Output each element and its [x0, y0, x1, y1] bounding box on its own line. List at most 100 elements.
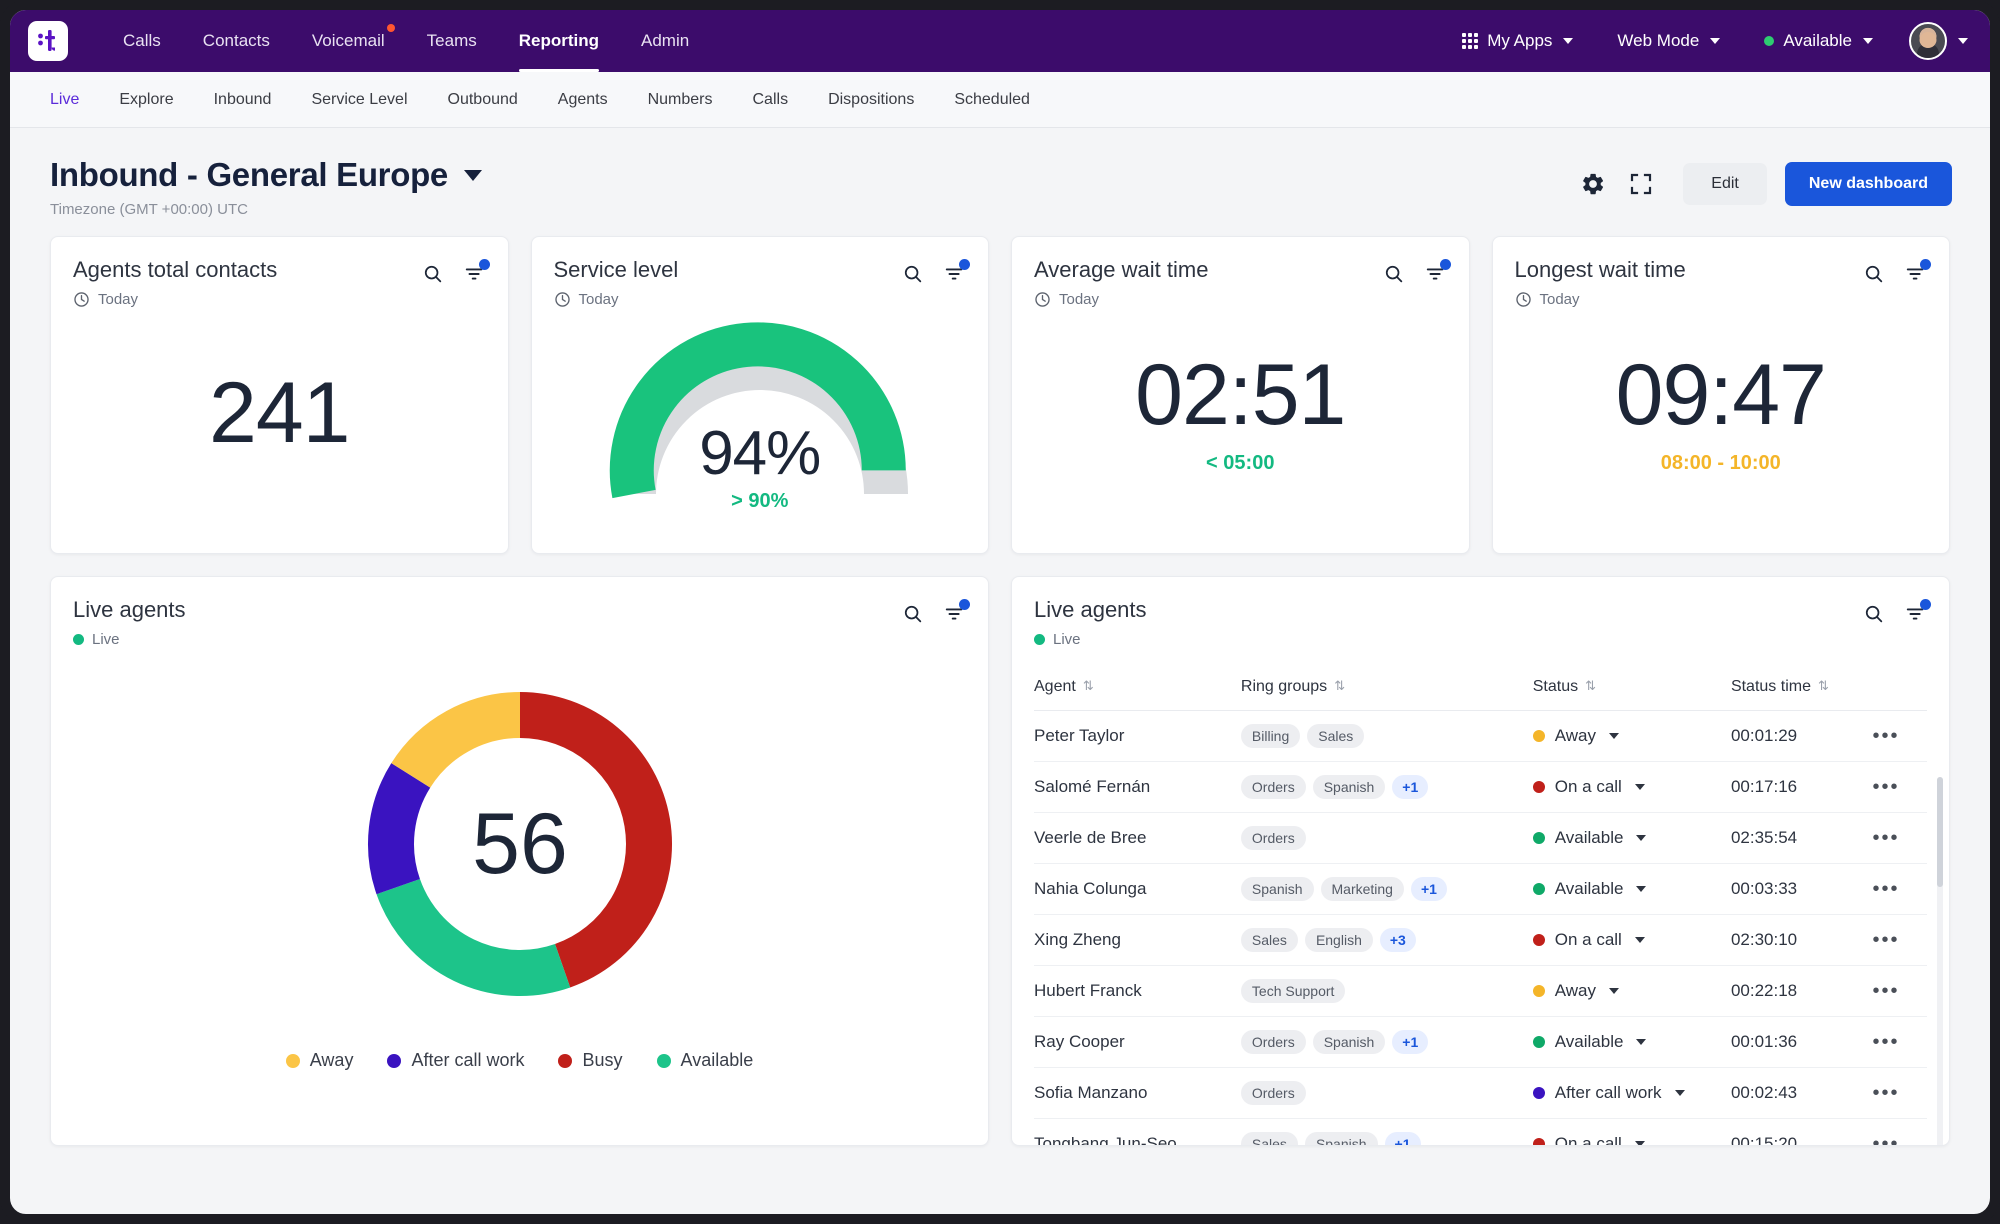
donut-slice-available[interactable] — [376, 878, 570, 996]
my-apps-menu[interactable]: My Apps — [1440, 31, 1595, 51]
ring-group-overflow-pill[interactable]: +1 — [1384, 1132, 1421, 1145]
subnav-item-dispositions[interactable]: Dispositions — [808, 91, 934, 109]
row-overflow-menu-icon[interactable]: ••• — [1873, 776, 1900, 798]
nav-item-reporting[interactable]: Reporting — [498, 10, 620, 72]
filter-icon[interactable] — [1905, 259, 1931, 290]
table-row[interactable]: Hubert Franck Tech Support Away 00:22:18 ••• — [1034, 965, 1927, 1017]
cell-status[interactable]: Away — [1532, 710, 1731, 762]
chevron-down-icon[interactable] — [1636, 1039, 1647, 1045]
search-icon[interactable] — [422, 263, 444, 290]
table-row[interactable]: Ray Cooper Orders Spanish +1 Available 00:01:… — [1034, 1016, 1927, 1068]
search-icon[interactable] — [1863, 603, 1885, 630]
legend-item[interactable]: Away — [285, 1050, 353, 1071]
table-row[interactable]: Nahia Colunga Spanish Marketing +1 Available… — [1034, 863, 1927, 915]
cell-status[interactable]: Available — [1532, 812, 1731, 864]
chevron-down-icon[interactable] — [1609, 733, 1620, 739]
filter-icon[interactable] — [944, 259, 970, 290]
subnav-item-calls[interactable]: Calls — [733, 91, 809, 109]
filter-icon[interactable] — [1905, 599, 1931, 630]
filter-icon[interactable] — [1425, 259, 1451, 290]
card-title: Longest wait time — [1514, 257, 1686, 282]
app-logo[interactable] — [28, 21, 68, 61]
row-overflow-menu-icon[interactable]: ••• — [1873, 827, 1900, 849]
cell-ring-groups: Tech Support — [1240, 965, 1533, 1017]
status-dot — [1532, 1087, 1545, 1099]
legend-item[interactable]: After call work — [387, 1050, 524, 1071]
table-row[interactable]: Sofia Manzano Orders After call work 00:02:… — [1034, 1067, 1927, 1119]
user-account-menu[interactable] — [1895, 22, 1968, 60]
edit-button[interactable]: Edit — [1683, 163, 1767, 205]
subnav-item-numbers[interactable]: Numbers — [628, 91, 733, 109]
cell-status[interactable]: On a call — [1532, 1118, 1731, 1145]
cell-status[interactable]: Available — [1532, 863, 1731, 915]
fullscreen-button[interactable] — [1617, 162, 1665, 206]
chevron-down-icon[interactable] — [1634, 937, 1645, 943]
row-overflow-menu-icon[interactable]: ••• — [1873, 1133, 1900, 1146]
row-overflow-menu-icon[interactable]: ••• — [1873, 929, 1900, 951]
row-overflow-menu-icon[interactable]: ••• — [1873, 1031, 1900, 1053]
donut-slice-after-call-work[interactable] — [367, 763, 431, 895]
subnav-item-outbound[interactable]: Outbound — [428, 91, 538, 109]
row-overflow-menu-icon[interactable]: ••• — [1873, 980, 1900, 1002]
table-row[interactable]: Salomé Fernán Orders Spanish +1 On a call 00:… — [1034, 761, 1927, 813]
table-row[interactable]: Veerle de Bree Orders Available 02:35:54 ••• — [1034, 812, 1927, 864]
subnav-item-service-level[interactable]: Service Level — [291, 91, 427, 109]
table-row[interactable]: Xing Zheng Sales English +3 On a call 02:30:1… — [1034, 914, 1927, 966]
legend-item[interactable]: Available — [656, 1050, 753, 1071]
cell-status[interactable]: On a call — [1532, 761, 1731, 813]
chevron-down-icon[interactable] — [1634, 784, 1645, 790]
ring-group-pill: Spanish — [1240, 877, 1314, 901]
row-overflow-menu-icon[interactable]: ••• — [1873, 725, 1900, 747]
subnav-item-scheduled[interactable]: Scheduled — [934, 91, 1050, 109]
cell-status[interactable]: On a call — [1532, 914, 1731, 966]
ring-group-overflow-pill[interactable]: +1 — [1392, 1030, 1429, 1054]
nav-item-calls[interactable]: Calls — [102, 10, 182, 72]
nav-item-contacts[interactable]: Contacts — [182, 10, 291, 72]
reporting-subnav: Live Explore Inbound Service Level Outbo… — [10, 72, 1990, 128]
subnav-item-live[interactable]: Live — [32, 91, 99, 109]
availability-menu[interactable]: Available — [1742, 31, 1895, 51]
sort-icon: ⇅ — [1334, 678, 1346, 693]
search-icon[interactable] — [1863, 263, 1885, 290]
row-overflow-menu-icon[interactable]: ••• — [1873, 1082, 1900, 1104]
subnav-item-inbound[interactable]: Inbound — [194, 91, 292, 109]
web-mode-menu[interactable]: Web Mode — [1595, 31, 1742, 51]
chevron-down-icon[interactable] — [1636, 835, 1647, 841]
chevron-down-icon[interactable] — [1634, 1141, 1645, 1145]
cell-status[interactable]: Available — [1532, 1016, 1731, 1068]
cell-status[interactable]: After call work — [1532, 1067, 1731, 1119]
ring-group-overflow-pill[interactable]: +1 — [1392, 775, 1429, 799]
legend-item[interactable]: Busy — [558, 1050, 623, 1071]
donut-slice-away[interactable] — [390, 692, 521, 789]
ring-group-overflow-pill[interactable]: +3 — [1379, 928, 1416, 952]
column-header-status[interactable]: Status ⇅ — [1532, 670, 1731, 711]
filter-icon[interactable] — [464, 259, 490, 290]
cell-status[interactable]: Away — [1532, 965, 1731, 1017]
nav-item-voicemail[interactable]: Voicemail — [291, 10, 406, 72]
column-header-agent[interactable]: Agent ⇅ — [1034, 670, 1241, 711]
nav-item-admin[interactable]: Admin — [620, 10, 710, 72]
new-dashboard-button[interactable]: New dashboard — [1784, 162, 1952, 206]
cell-status-time: 00:03:33 — [1730, 863, 1873, 915]
nav-item-teams[interactable]: Teams — [406, 10, 498, 72]
card-period: Today — [554, 291, 679, 308]
ring-group-overflow-pill[interactable]: +1 — [1410, 877, 1447, 901]
search-icon[interactable] — [902, 263, 924, 290]
table-row[interactable]: Tongbang Jun-Seo Sales Spanish +1 On a call 0… — [1034, 1118, 1927, 1146]
filter-icon[interactable] — [944, 599, 970, 630]
subnav-item-explore[interactable]: Explore — [99, 91, 193, 109]
search-icon[interactable] — [1383, 263, 1405, 290]
row-overflow-menu-icon[interactable]: ••• — [1873, 878, 1900, 900]
table-row[interactable]: Peter Taylor Billing Sales Away 00:01:29 ••• — [1034, 710, 1927, 762]
chevron-down-icon[interactable] — [1609, 988, 1620, 994]
dashboard-selector-chevron-down-icon[interactable] — [464, 169, 482, 181]
column-header-ring-groups[interactable]: Ring groups ⇅ — [1240, 670, 1533, 711]
table-scrollbar-thumb[interactable] — [1937, 777, 1943, 887]
column-header-status-time[interactable]: Status time ⇅ — [1730, 670, 1873, 711]
chevron-down-icon[interactable] — [1674, 1090, 1685, 1096]
search-icon[interactable] — [902, 603, 924, 630]
live-status-dot — [73, 634, 84, 645]
subnav-item-agents[interactable]: Agents — [538, 91, 628, 109]
chevron-down-icon[interactable] — [1636, 886, 1647, 892]
settings-button[interactable] — [1569, 162, 1617, 206]
